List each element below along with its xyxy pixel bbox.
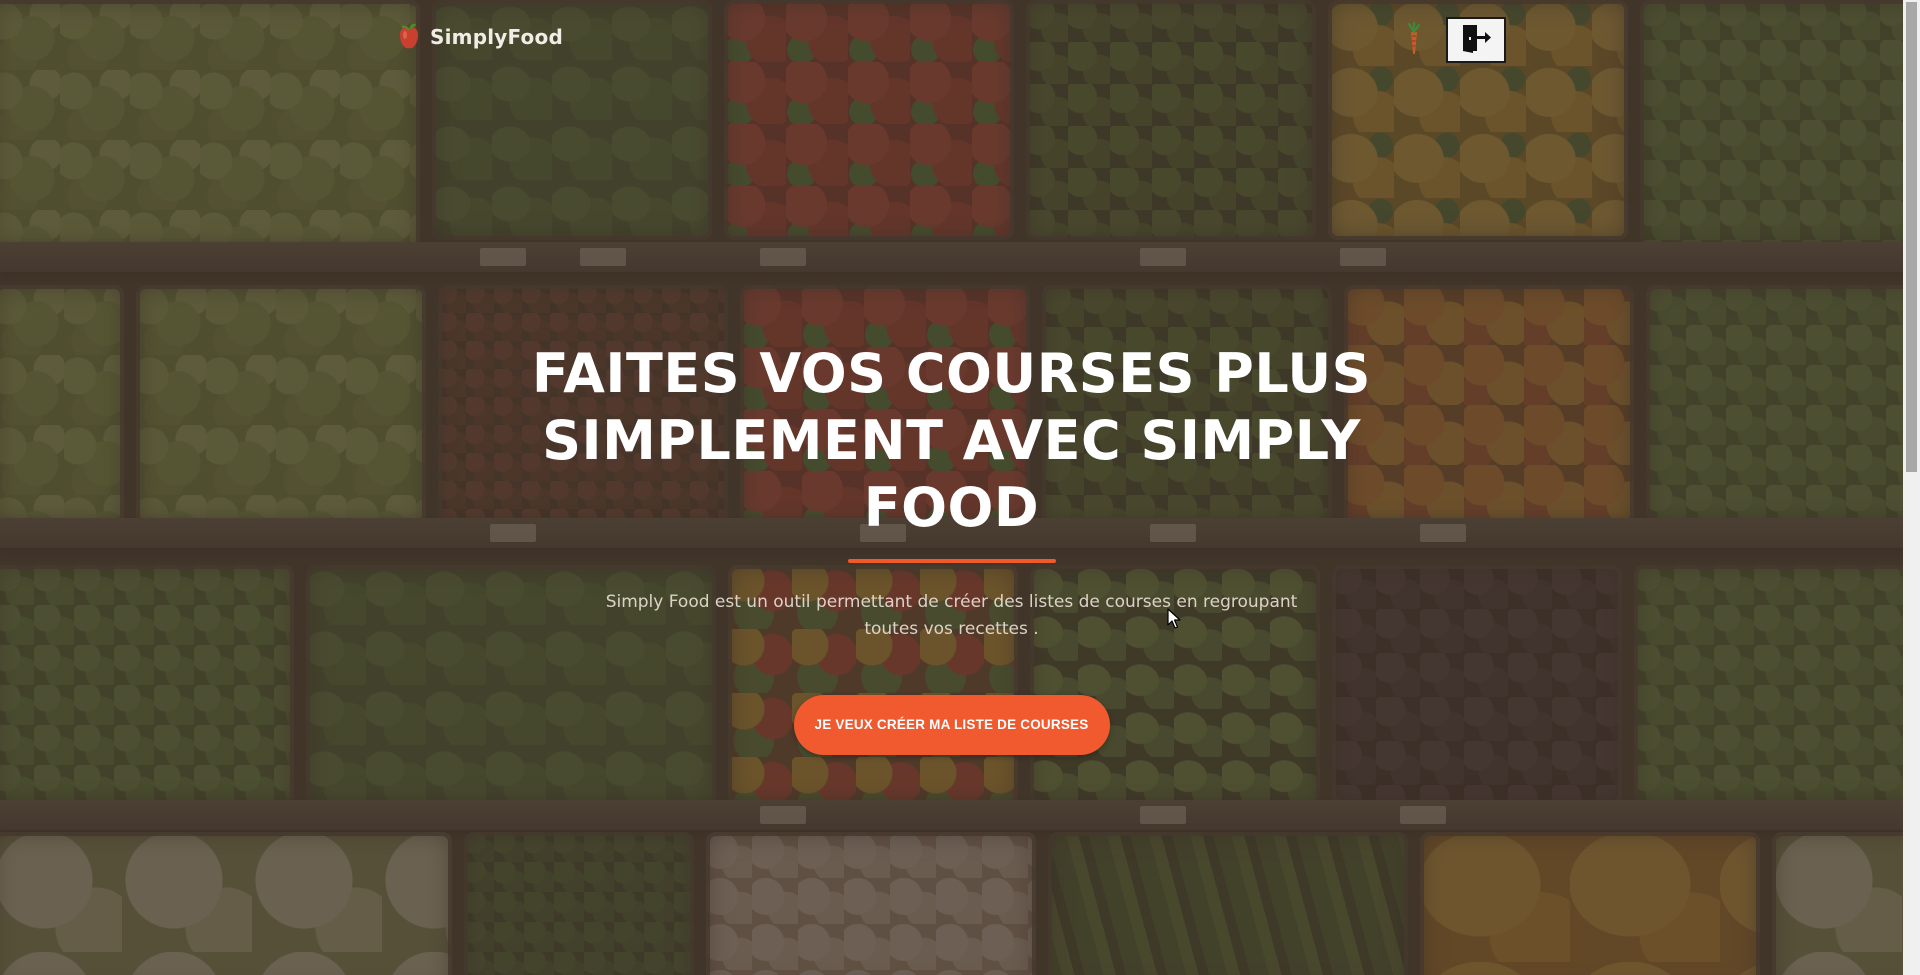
hero-section: FAITES VOS COURSES PLUS SIMPLEMENT AVEC …	[0, 340, 1903, 755]
top-navbar: SimplyFood	[0, 0, 1903, 80]
create-list-button[interactable]: JE VEUX CRÉER MA LISTE DE COURSES	[793, 695, 1110, 755]
vertical-scrollbar[interactable]	[1903, 0, 1920, 975]
carrot-icon[interactable]	[1403, 20, 1425, 56]
hero-title-line1: FAITES VOS COURSES PLUS	[531, 342, 1372, 405]
apple-icon	[396, 22, 422, 52]
brand-name: SimplyFood	[430, 25, 563, 49]
hero-title-line2: SIMPLEMENT AVEC SIMPLY FOOD	[542, 409, 1361, 539]
hero-description: Simply Food est un outil permettant de c…	[605, 592, 1298, 639]
hero-divider	[847, 559, 1056, 563]
logout-button[interactable]	[1446, 17, 1506, 63]
landing-page: SimplyFood FAITES VOS COURSES PLUS SIMPL…	[0, 0, 1920, 975]
logout-door-icon	[1460, 23, 1492, 58]
brand-home-link[interactable]: SimplyFood	[396, 22, 563, 52]
scrollbar-thumb[interactable]	[1906, 2, 1917, 472]
hero-title: FAITES VOS COURSES PLUS SIMPLEMENT AVEC …	[452, 340, 1452, 541]
